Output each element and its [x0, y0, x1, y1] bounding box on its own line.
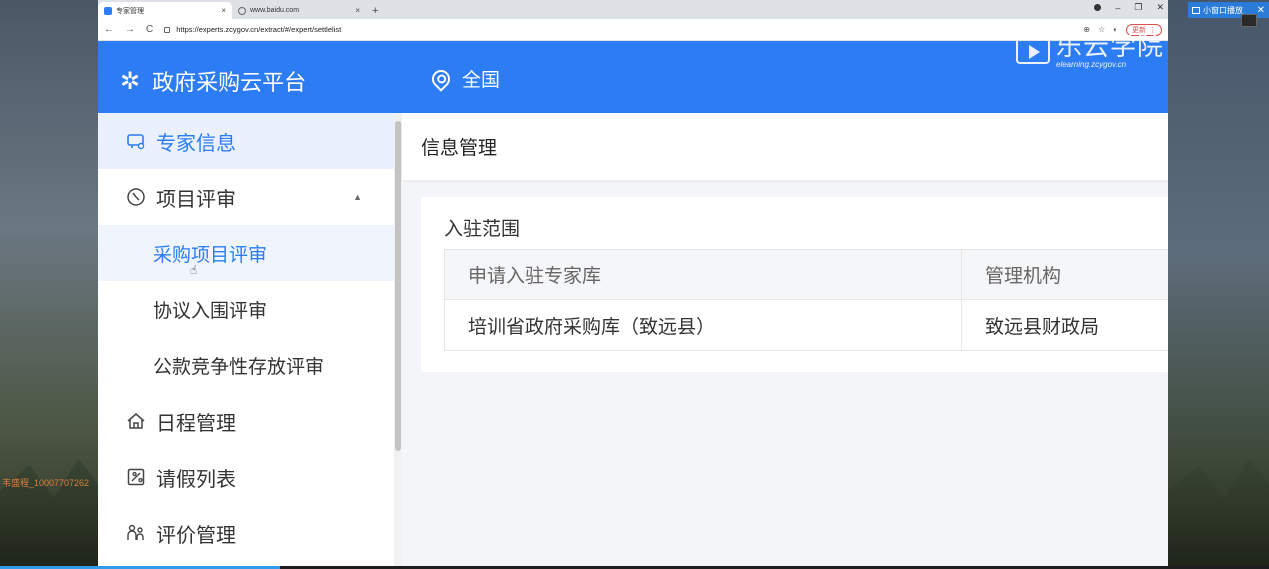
watermark-text: 韦盛程_10007707262	[2, 478, 90, 488]
table-cell: 培训省政府采购库（致远县）	[445, 300, 962, 350]
maximize-button[interactable]: ❐	[1134, 2, 1142, 13]
edu-logo: 乐云学院 elearning.zcygov.cn	[1016, 33, 1164, 69]
back-button[interactable]: ←	[104, 24, 114, 35]
sidebar: 专家信息 项目评审 ▲ 采购项目评审 ☝ 协议入围评审 公款竞争性存放评审 日程…	[98, 113, 394, 569]
app-favicon-icon	[104, 6, 112, 15]
lock-icon	[164, 26, 171, 33]
new-tab-button[interactable]: +	[366, 2, 384, 19]
tab-title: www.baidu.com	[250, 7, 300, 14]
sidebar-item-label: 请假列表	[156, 468, 236, 491]
minimize-button[interactable]: –	[1115, 3, 1120, 13]
tab-close-icon[interactable]: ×	[355, 6, 360, 15]
tab-close-icon[interactable]: ×	[221, 6, 226, 15]
brand-title: 政府采购云平台	[152, 70, 307, 95]
reload-button[interactable]: C	[146, 24, 153, 35]
sidebar-subitem-procurement-review[interactable]: 采购项目评审 ☝	[98, 225, 394, 281]
url-text: https://experts.zcygov.cn/extract/#/expe…	[176, 25, 342, 34]
app-root: ✲ 政府采购云平台 全国 乐云学院 elearning.zcygov.cn 专家…	[98, 33, 1168, 569]
url-field[interactable]: https://experts.zcygov.cn/extract/#/expe…	[164, 25, 341, 34]
sidebar-scrollbar[interactable]	[394, 113, 402, 569]
sidebar-item-project-review[interactable]: 项目评审 ▲	[98, 169, 394, 225]
window-controls: – ❐ ✕	[1094, 2, 1164, 13]
scrollbar-thumb[interactable]	[395, 121, 401, 451]
leave-icon	[126, 467, 146, 487]
sidebar-item-label: 采购项目评审	[153, 244, 268, 266]
table-header-cell: 管理机构	[985, 266, 1062, 287]
sidebar-item-leave-list[interactable]: 请假列表	[98, 449, 394, 505]
address-bar: ← → C https://experts.zcygov.cn/extract/…	[98, 19, 1168, 41]
edu-logo-cn: 乐云学院	[1056, 31, 1165, 61]
review-icon	[126, 187, 146, 207]
sidebar-item-label: 项目评审	[156, 188, 236, 211]
forward-button[interactable]: →	[125, 24, 135, 35]
home-icon	[126, 411, 146, 431]
sidebar-item-label: 评价管理	[156, 524, 236, 547]
page-title: 信息管理	[402, 113, 1168, 180]
table-header-cell: 申请入驻专家库	[445, 250, 962, 299]
sidebar-item-schedule[interactable]: 日程管理	[98, 393, 394, 449]
mini-window-label: 小窗口播放	[1203, 5, 1243, 15]
table-row: 培训省政府采购库（致远县） 致远县财政局	[445, 300, 1168, 350]
expert-card-icon	[126, 131, 146, 151]
record-icon[interactable]	[1094, 4, 1102, 11]
pointer-cursor-icon: ☝	[190, 263, 198, 277]
tab-baidu[interactable]: www.baidu.com ×	[232, 2, 366, 19]
sidebar-item-expert-info[interactable]: 专家信息	[98, 113, 394, 169]
settlement-scope-card: 入驻范围 申请入驻专家库 管理机构 培训省政府采购库（致远县） 致远县财政局	[421, 197, 1168, 372]
mini-window-close-icon[interactable]: ✕	[1257, 5, 1265, 16]
location-pin-icon	[428, 65, 454, 92]
tab-expert-management[interactable]: 专家管理 ×	[98, 2, 232, 19]
sidebar-subitem-agreement-review[interactable]: 协议入围评审	[98, 281, 394, 337]
sidebar-item-evaluation[interactable]: 评价管理	[98, 505, 394, 561]
table-cell: 致远县财政局	[985, 316, 1100, 338]
desktop-right-background	[1168, 0, 1269, 569]
sidebar-item-label: 专家信息	[156, 132, 236, 155]
location-selector[interactable]: 全国	[428, 65, 501, 92]
platform-logo-icon: ✲	[120, 67, 141, 95]
section-title: 入驻范围	[444, 219, 521, 240]
edu-logo-en: elearning.zcygov.cn	[1056, 60, 1127, 69]
app-header: ✲ 政府采购云平台 全国 乐云学院 elearning.zcygov.cn	[98, 33, 1168, 113]
browser-window: 专家管理 × www.baidu.com × + – ❐ ✕ ← → C htt…	[98, 0, 1168, 569]
sidebar-item-label: 协议入围评审	[153, 300, 268, 322]
play-logo-icon	[1016, 38, 1050, 64]
main-content: 信息管理 入驻范围 申请入驻专家库 管理机构 培训省政府采购库（致远县） 致远县…	[402, 113, 1168, 569]
sidebar-subitem-deposit-review[interactable]: 公款竞争性存放评审	[98, 337, 394, 393]
tab-title: 专家管理	[116, 7, 144, 15]
evaluation-icon	[126, 523, 146, 543]
location-label: 全国	[462, 70, 501, 91]
sidebar-item-label: 日程管理	[156, 412, 236, 435]
screenshot-icon[interactable]	[1241, 14, 1257, 27]
scope-table: 申请入驻专家库 管理机构 培训省政府采购库（致远县） 致远县财政局	[444, 249, 1168, 351]
table-header-row: 申请入驻专家库 管理机构	[445, 250, 1168, 300]
mini-window-icon	[1192, 6, 1200, 14]
collapse-arrow-icon[interactable]: ▲	[353, 192, 362, 202]
close-window-button[interactable]: ✕	[1156, 2, 1164, 13]
brand[interactable]: ✲ 政府采购云平台	[120, 65, 306, 97]
tab-strip: 专家管理 × www.baidu.com × + – ❐ ✕	[98, 0, 1168, 19]
sidebar-item-label: 公款竞争性存放评审	[153, 356, 325, 378]
globe-icon	[238, 6, 246, 15]
